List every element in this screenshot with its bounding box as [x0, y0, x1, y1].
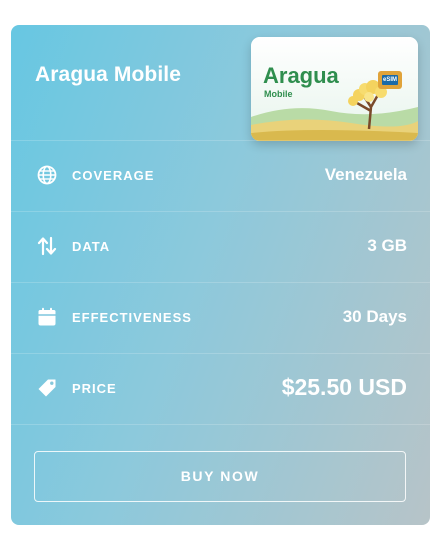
detail-row-coverage: COVERAGE Venezuela [11, 140, 430, 210]
divider [11, 424, 430, 425]
detail-row-effectiveness: EFFECTIVENESS 30 Days [11, 282, 430, 352]
chip-icon: eSIM [378, 71, 402, 89]
arrows-up-down-icon [37, 236, 57, 256]
sim-subtitle: Mobile [264, 89, 293, 99]
detail-row-price: PRICE $25.50 USD [11, 353, 430, 423]
plan-card: Aragua Mobile Aragua Mobile eSIM COVERAG… [11, 25, 430, 525]
price-value: $25.50 USD [281, 374, 407, 400]
chip-text: eSIM [382, 75, 398, 85]
plan-title: Aragua Mobile [35, 63, 181, 86]
detail-label: COVERAGE [72, 168, 155, 183]
detail-label: PRICE [72, 381, 117, 396]
price-tag-icon [38, 379, 56, 397]
globe-icon [37, 165, 57, 185]
detail-label: DATA [72, 239, 111, 254]
detail-row-data: DATA 3 GB [11, 211, 430, 281]
detail-label: EFFECTIVENESS [72, 310, 192, 325]
sim-brand: Aragua [263, 63, 339, 88]
sim-card-image: Aragua Mobile eSIM [251, 37, 418, 141]
detail-value: Venezuela [324, 165, 407, 184]
detail-value: 3 GB [367, 236, 407, 255]
buy-now-button[interactable]: BUY NOW [34, 451, 406, 502]
detail-value: 30 Days [342, 307, 407, 326]
calendar-icon [38, 307, 56, 326]
